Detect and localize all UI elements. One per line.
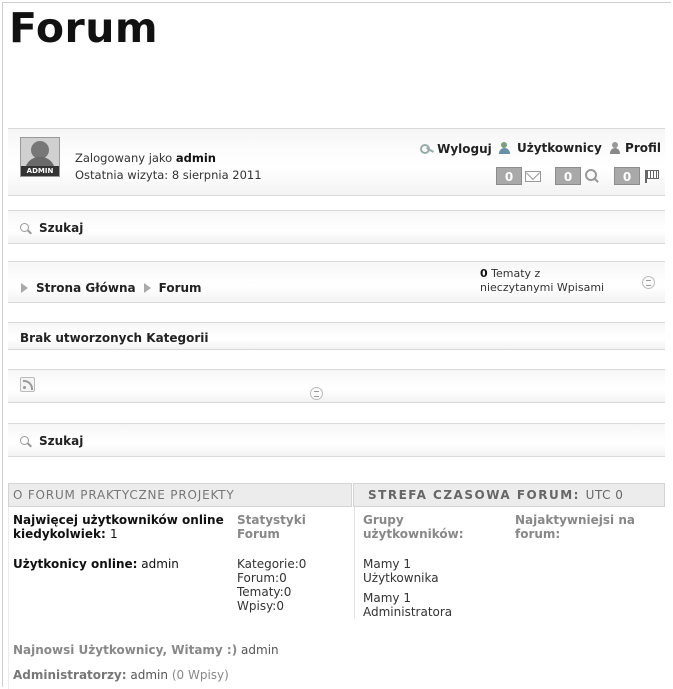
reports-count: 0 xyxy=(614,167,640,185)
newest-users-label: Najnowsi Użytkownicy, Witamy :) xyxy=(13,643,238,657)
stat-forums: Forum:0 xyxy=(237,571,287,585)
search-counter[interactable]: 0 xyxy=(555,167,600,185)
unread-line2: nieczytanymi Wpisami xyxy=(480,281,605,294)
search-bar-bottom: Szukaj xyxy=(8,423,665,457)
search-icon xyxy=(19,222,33,235)
search-link-bottom[interactable]: Szukaj xyxy=(19,434,83,448)
about-forum-header: O FORUM PRAKTYCZNE PROJEKTY xyxy=(8,483,352,507)
groups-title: Grupy użytkowników: xyxy=(363,513,464,541)
stat-posts: Wpisy:0 xyxy=(237,599,284,613)
search-link-top[interactable]: Szukaj xyxy=(19,221,83,235)
users-label: Użytkownicy xyxy=(516,141,602,155)
timezone-label: STREFA CZASOWA FORUM: xyxy=(368,488,580,502)
avatar[interactable]: ADMIN xyxy=(20,137,60,177)
forum-info-panel: Najwięcej użytkowników online kiedykolwi… xyxy=(8,507,665,689)
no-categories-bar: Brak utworzonych Kategorii xyxy=(8,322,665,350)
search-label: Szukaj xyxy=(39,221,84,235)
unread-count: 0 xyxy=(480,267,488,280)
scroll-down-icon[interactable] xyxy=(642,276,655,289)
triangle-right-icon xyxy=(143,283,151,293)
timezone-header: STREFA CZASOWA FORUM: UTC 0 xyxy=(353,483,665,507)
administrator-posts: (0 Wpisy) xyxy=(171,668,229,682)
messages-count: 0 xyxy=(496,167,522,185)
triangle-right-icon xyxy=(21,283,28,293)
stat-categories: Kategorie:0 xyxy=(237,557,307,571)
most-active-title: Najaktywniejsi na forum: xyxy=(515,513,635,541)
page-title: Forum xyxy=(9,4,159,52)
magnifier-icon xyxy=(584,169,600,183)
administrators: Administratorzy: admin (0 Wpisy) xyxy=(13,668,229,682)
scroll-up-icon[interactable] xyxy=(310,387,323,400)
stats-list: Kategorie:0 Forum:0 Tematy:0 Wpisy:0 xyxy=(237,557,306,613)
stat-topics: Tematy:0 xyxy=(237,585,292,599)
administrator-link[interactable]: admin xyxy=(130,668,168,682)
last-visit-text: Ostatnia wizyta: 8 sierpnia 2011 xyxy=(75,168,262,182)
mail-icon xyxy=(525,170,541,182)
messages-counter[interactable]: 0 xyxy=(496,167,541,185)
username-link[interactable]: admin xyxy=(176,151,216,165)
unread-topics-link[interactable]: 0 Tematy z nieczytanymi Wpisami xyxy=(480,267,604,295)
logout-label: Wyloguj xyxy=(437,141,492,156)
avatar-tag: ADMIN xyxy=(21,166,59,176)
administrators-label: Administratorzy: xyxy=(13,668,127,682)
flag-icon xyxy=(643,169,659,183)
timezone-value: UTC 0 xyxy=(585,488,624,502)
search-label: Szukaj xyxy=(39,434,84,448)
breadcrumb-forum[interactable]: Forum xyxy=(159,281,202,295)
online-users-value[interactable]: admin xyxy=(141,557,179,571)
newest-user-link[interactable]: admin xyxy=(241,643,279,657)
most-online-value: 1 xyxy=(109,527,118,541)
key-icon xyxy=(419,143,434,155)
most-online: Najwięcej użytkowników online kiedykolwi… xyxy=(13,513,233,541)
counters: 0 0 0 xyxy=(496,167,659,185)
most-online-label: Najwięcej użytkowników online kiedykolwi… xyxy=(13,513,224,541)
no-categories-text: Brak utworzonych Kategorii xyxy=(20,331,209,345)
profile-label: Profil xyxy=(625,141,661,155)
groups-list: Mamy 1 Użytkownika Mamy 1 Administratora xyxy=(363,557,473,625)
breadcrumb-home[interactable]: Strona Główna xyxy=(36,281,136,295)
reports-counter[interactable]: 0 xyxy=(614,167,659,185)
profile-icon xyxy=(609,141,622,155)
breadcrumb-bar: Strona Główna Forum 0 Tematy z nieczytan… xyxy=(8,261,665,303)
user-bar: ADMIN Zalogowany jako admin Ostatnia wiz… xyxy=(8,128,665,196)
stats-title: Statystyki Forum xyxy=(237,513,306,541)
user-links: Wyloguj Użytkownicy Profil xyxy=(416,141,661,158)
online-users: Użytkonicy online: admin xyxy=(13,557,179,571)
profile-link[interactable]: Profil xyxy=(609,141,661,155)
logout-link[interactable]: Wyloguj xyxy=(419,142,492,156)
newest-users: Najnowsi Użytkownicy, Witamy :) admin xyxy=(13,643,279,657)
users-link[interactable]: Użytkownicy xyxy=(498,141,602,155)
unread-line1: Tematy z xyxy=(491,267,541,280)
breadcrumb: Strona Główna Forum xyxy=(21,281,202,295)
search-icon xyxy=(19,435,33,448)
users-icon xyxy=(498,141,514,155)
group-admins: Mamy 1 Administratora xyxy=(363,591,453,619)
online-users-label: Użytkonicy online: xyxy=(13,557,138,571)
group-users: Mamy 1 Użytkownika xyxy=(363,557,439,585)
column-divider xyxy=(354,507,355,619)
search-bar-top: Szukaj xyxy=(8,210,665,244)
rss-bar xyxy=(8,369,665,403)
logged-in-text: Zalogowany jako admin xyxy=(75,151,216,165)
search-count: 0 xyxy=(555,167,581,185)
logged-in-prefix: Zalogowany jako xyxy=(75,151,173,165)
rss-icon[interactable] xyxy=(20,377,35,392)
